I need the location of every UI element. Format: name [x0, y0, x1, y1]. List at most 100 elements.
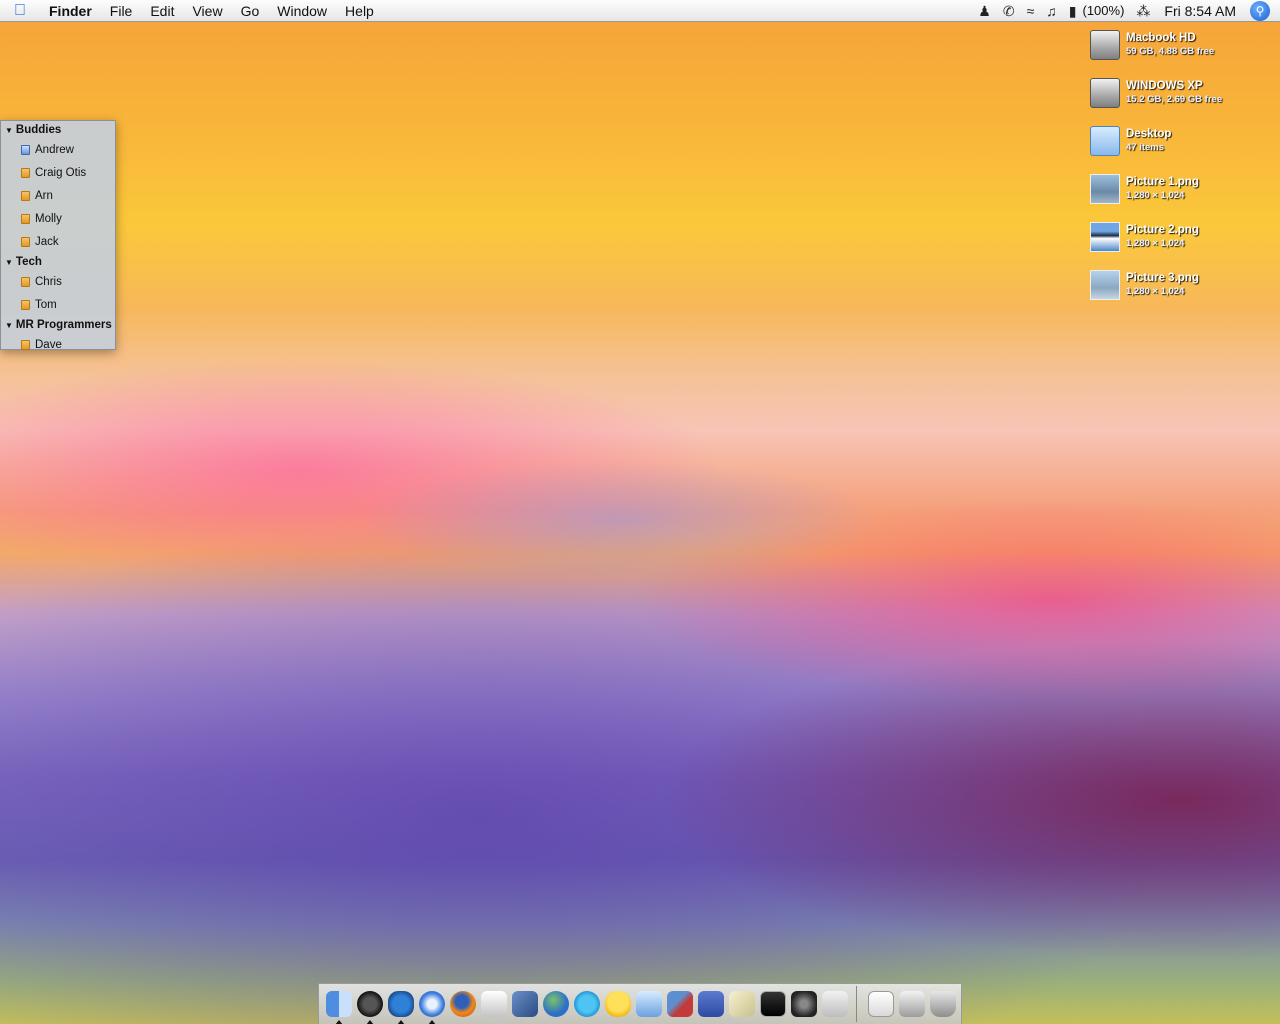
- battery-icon[interactable]: ▮: [1063, 0, 1083, 22]
- printer-icon: [898, 991, 925, 1017]
- menu-file[interactable]: File: [101, 0, 142, 22]
- hard-drive-icon: [1090, 30, 1120, 60]
- preview-icon: [511, 991, 538, 1017]
- desktop-icon-picture-3[interactable]: Picture 3.png 1,280 × 1,024: [1090, 268, 1270, 316]
- dashboard-icon: [356, 991, 383, 1017]
- buddy-item[interactable]: Craig Otis: [1, 161, 115, 184]
- dock-trash[interactable]: [927, 987, 958, 1021]
- dock-dashboard[interactable]: [354, 987, 385, 1024]
- desktop-icon-windows-xp[interactable]: WINDOWS XP 15.2 GB, 2.69 GB free: [1090, 76, 1270, 124]
- clock[interactable]: Fri 8:54 AM: [1156, 3, 1250, 19]
- buddy-status-icon: [21, 190, 30, 201]
- desktop-icon-desktop-folder[interactable]: Desktop 47 items: [1090, 124, 1270, 172]
- dock-safari[interactable]: [416, 987, 447, 1024]
- buddy-name: Craig Otis: [35, 166, 87, 179]
- menu-window[interactable]: Window: [268, 0, 336, 22]
- battery-percent[interactable]: (100%): [1082, 3, 1130, 18]
- disclosure-triangle-icon[interactable]: ▼: [5, 255, 13, 270]
- menu-go[interactable]: Go: [232, 0, 269, 22]
- menu-view[interactable]: View: [183, 0, 231, 22]
- buddy-item[interactable]: Tom: [1, 293, 115, 316]
- desktop-icon-name: Macbook HD: [1126, 32, 1196, 44]
- dock-tool[interactable]: [478, 987, 509, 1021]
- buddy-name: Dave: [35, 338, 62, 351]
- image-thumbnail: [1090, 174, 1120, 204]
- skype-icon: [573, 991, 600, 1017]
- bluetooth-icon[interactable]: ⁂: [1130, 0, 1156, 22]
- dock-printer[interactable]: [896, 987, 927, 1021]
- dock-virtual-machine[interactable]: [664, 987, 695, 1021]
- dock-globe[interactable]: [540, 987, 571, 1021]
- folder-icon: [1090, 126, 1120, 156]
- desktop-icon-name: Picture 2.png: [1126, 224, 1199, 236]
- disclosure-triangle-icon[interactable]: ▼: [5, 318, 13, 333]
- trash-icon: [929, 991, 956, 1017]
- desktop-icon-picture-1[interactable]: Picture 1.png 1,280 × 1,024: [1090, 172, 1270, 220]
- buddy-group-header[interactable]: ▼ Buddies: [1, 123, 115, 138]
- dock-adium[interactable]: [385, 987, 416, 1024]
- user-silhouette-icon[interactable]: ♟: [972, 0, 997, 22]
- dock-xcode[interactable]: [695, 987, 726, 1021]
- dock-apple-app[interactable]: [819, 987, 850, 1021]
- buddy-name: Chris: [35, 275, 62, 288]
- desktop-icon-info: 15.2 GB, 2.69 GB free: [1126, 94, 1223, 105]
- itunes-icon: [635, 991, 662, 1017]
- dock-itunes[interactable]: [633, 987, 664, 1021]
- dock-skype[interactable]: [571, 987, 602, 1021]
- buddy-group-name: Buddies: [15, 124, 62, 136]
- buddy-item[interactable]: Andrew: [1, 138, 115, 161]
- apple-icon[interactable]: : [0, 2, 40, 20]
- buddy-group-header[interactable]: ▼ Tech: [1, 255, 115, 270]
- desktop-icon-picture-2[interactable]: Picture 2.png 1,280 × 1,024: [1090, 220, 1270, 268]
- safari-icon: [418, 991, 445, 1017]
- globe-icon: [542, 991, 569, 1017]
- buddy-list-window: ▼ Buddies Andrew Craig Otis Arn Molly Ja…: [0, 120, 116, 351]
- wifi-icon[interactable]: ≈: [1021, 0, 1041, 22]
- desktop-icon-info: 1,280 × 1,024: [1126, 286, 1185, 297]
- buddy-group-header[interactable]: ▼ MR Programmers: [1, 318, 115, 333]
- menu-help[interactable]: Help: [336, 0, 383, 22]
- buddy-group-name: Tech: [15, 256, 42, 268]
- phone-icon[interactable]: ✆: [997, 0, 1021, 22]
- desktop-icon-info: 1,280 × 1,024: [1126, 238, 1185, 249]
- buddy-status-icon: [21, 144, 30, 155]
- dock-finder[interactable]: [323, 987, 354, 1024]
- buddy-item[interactable]: Molly: [1, 207, 115, 230]
- buddy-group-name: MR Programmers: [15, 319, 112, 331]
- dock-photo[interactable]: [788, 987, 819, 1021]
- desktop-icons: Macbook HD 59 GB, 4.88 GB free WINDOWS X…: [1090, 28, 1270, 316]
- buddy-item[interactable]: Dave: [1, 333, 115, 356]
- buddy-item[interactable]: Arn: [1, 184, 115, 207]
- dock-document[interactable]: [865, 987, 896, 1021]
- buddy-name: Tom: [35, 298, 57, 311]
- disclosure-triangle-icon[interactable]: ▼: [5, 123, 13, 138]
- dock-cyberduck[interactable]: [602, 987, 633, 1021]
- running-indicator: [335, 1020, 343, 1024]
- dock-firefox[interactable]: [447, 987, 478, 1021]
- document-icon: [867, 991, 894, 1017]
- buddy-item[interactable]: Jack: [1, 230, 115, 253]
- desktop-icon-info: 1,280 × 1,024: [1126, 190, 1185, 201]
- buddy-status-icon: [21, 213, 30, 224]
- buddy-name: Molly: [35, 212, 62, 225]
- dock-preview[interactable]: [509, 987, 540, 1021]
- status-area: ♟ ✆ ≈ ♫ ▮ (100%) ⁂ Fri 8:54 AM ⚲: [972, 0, 1280, 22]
- menu-app-name[interactable]: Finder: [40, 0, 101, 22]
- buddy-name: Arn: [35, 189, 53, 202]
- volume-icon[interactable]: ♫: [1040, 0, 1063, 22]
- terminal-icon: [759, 991, 786, 1017]
- menu-edit[interactable]: Edit: [141, 0, 183, 22]
- running-indicator: [397, 1020, 405, 1024]
- buddy-status-icon: [21, 276, 30, 287]
- desktop-icon-macbook-hd[interactable]: Macbook HD 59 GB, 4.88 GB free: [1090, 28, 1270, 76]
- buddy-status-icon: [21, 236, 30, 247]
- hard-drive-icon: [1090, 78, 1120, 108]
- dock-pen[interactable]: [726, 987, 757, 1021]
- spotlight-search-icon[interactable]: ⚲: [1250, 0, 1270, 21]
- running-indicator: [428, 1020, 436, 1024]
- buddy-name: Andrew: [35, 143, 74, 156]
- photo-icon: [790, 991, 817, 1017]
- xcode-icon: [697, 991, 724, 1017]
- dock-terminal[interactable]: [757, 987, 788, 1021]
- buddy-item[interactable]: Chris: [1, 270, 115, 293]
